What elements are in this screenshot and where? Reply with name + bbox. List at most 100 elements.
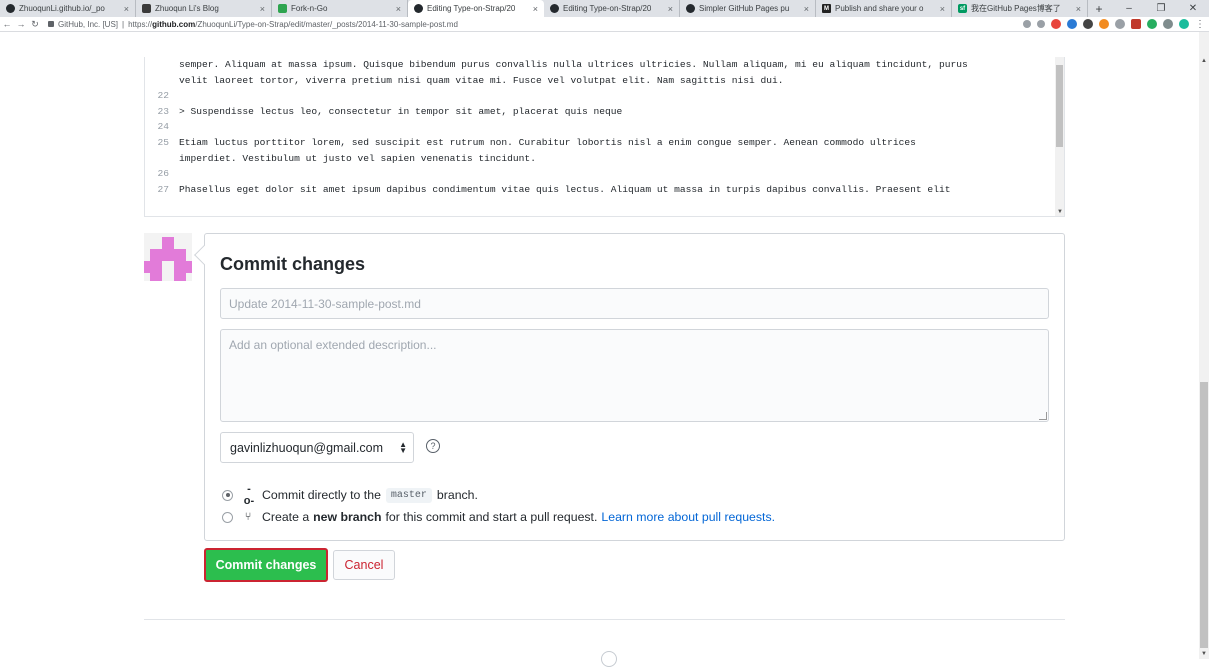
line-number: 23 bbox=[157, 105, 169, 117]
line-text[interactable] bbox=[179, 119, 1064, 135]
commit-changes-button[interactable]: Commit changes bbox=[204, 548, 328, 582]
line-text[interactable] bbox=[179, 166, 1064, 182]
close-tab-icon[interactable]: × bbox=[124, 4, 129, 14]
code-line: 22 bbox=[145, 88, 1064, 104]
zoom-icon[interactable] bbox=[1023, 20, 1031, 28]
file-editor[interactable]: semper. Aliquam at massa ipsum. Quisque … bbox=[144, 57, 1065, 217]
new-branch-radio[interactable] bbox=[222, 511, 233, 523]
select-arrows-icon: ▲ ▼ bbox=[399, 439, 407, 455]
line-text[interactable]: Etiam luctus porttitor lorem, sed suscip… bbox=[179, 135, 1064, 151]
extension-icon[interactable] bbox=[1067, 19, 1077, 29]
line-text[interactable]: > Suspendisse lectus leo, consectetur in… bbox=[179, 104, 1064, 120]
tab-title: Fork-n-Go bbox=[291, 4, 328, 13]
github-icon bbox=[6, 4, 15, 13]
back-icon[interactable]: ← bbox=[0, 19, 14, 29]
close-tab-icon[interactable]: × bbox=[260, 4, 265, 14]
medium-icon: M bbox=[822, 4, 831, 13]
line-text[interactable] bbox=[179, 88, 1064, 104]
browser-tab[interactable]: ZhuoqunLi.github.io/_po × bbox=[0, 0, 136, 17]
line-number bbox=[145, 151, 179, 167]
line-text[interactable]: imperdiet. Vestibulum ut justo vel sapie… bbox=[179, 151, 1064, 167]
commit-heading: Commit changes bbox=[220, 254, 366, 274]
tab-title: ZhuoqunLi.github.io/_po bbox=[19, 4, 105, 13]
close-tab-icon[interactable]: × bbox=[533, 4, 538, 14]
code-line: 24 bbox=[145, 119, 1064, 135]
extension-icon[interactable] bbox=[1163, 19, 1173, 29]
browser-tab[interactable]: M Publish and share your o × bbox=[816, 0, 952, 17]
tab-title: 我在GitHub Pages博客了 bbox=[971, 4, 1061, 13]
commit-summary-input[interactable] bbox=[220, 288, 1049, 319]
opera-extension-icon[interactable] bbox=[1051, 19, 1061, 29]
line-text[interactable]: Phasellus eget dolor sit amet ipsum dapi… bbox=[179, 182, 1064, 198]
help-icon[interactable]: ? bbox=[426, 439, 440, 453]
menu-icon[interactable]: ⋮ bbox=[1195, 19, 1205, 30]
extension-icon[interactable] bbox=[1147, 19, 1157, 29]
branch-name: master bbox=[385, 487, 432, 503]
editor-scrollbar-thumb[interactable] bbox=[1056, 65, 1063, 147]
new-branch-option[interactable]: ⑂ Create a new branch for this commit an… bbox=[222, 510, 775, 524]
restore-icon[interactable]: ❐ bbox=[1145, 0, 1177, 17]
commit-description-input[interactable] bbox=[220, 329, 1049, 422]
profile-avatar-icon[interactable] bbox=[1179, 19, 1189, 29]
option-text: for this commit and start a pull request… bbox=[385, 510, 598, 524]
close-tab-icon[interactable]: × bbox=[396, 4, 401, 14]
page-scrollbar-thumb[interactable] bbox=[1200, 382, 1208, 648]
close-window-icon[interactable]: ✕ bbox=[1177, 0, 1209, 17]
url-field[interactable]: GitHub, Inc. [US] | https://github.com/Z… bbox=[48, 20, 1023, 29]
commit-direct-option[interactable]: -o- Commit directly to the master branch… bbox=[222, 483, 478, 507]
browser-tab-active[interactable]: Editing Type-on-Strap/20 × bbox=[408, 0, 544, 17]
line-number: 22 bbox=[157, 90, 169, 102]
extension-icon[interactable] bbox=[1115, 19, 1125, 29]
line-number: 25 bbox=[157, 136, 169, 148]
browser-tab[interactable]: Zhuoqun Li's Blog × bbox=[136, 0, 272, 17]
new-tab-button[interactable]: + bbox=[1088, 0, 1110, 17]
avatar-pixel bbox=[174, 273, 186, 281]
browser-tab[interactable]: Simpler GitHub Pages pu × bbox=[680, 0, 816, 17]
line-text[interactable]: velit laoreet tortor, viverra pretium ni… bbox=[179, 73, 1064, 89]
tab-title: Editing Type-on-Strap/20 bbox=[427, 4, 516, 13]
browser-tab[interactable]: Editing Type-on-Strap/20 × bbox=[544, 0, 680, 17]
scroll-up-icon[interactable]: ▲ bbox=[1201, 58, 1207, 64]
reload-icon[interactable]: ↻ bbox=[28, 19, 42, 30]
sf-icon: sf bbox=[958, 4, 967, 13]
browser-tab[interactable]: sf 我在GitHub Pages博客了 × bbox=[952, 0, 1088, 17]
textarea-resize-handle[interactable] bbox=[1039, 412, 1047, 420]
cancel-button[interactable]: Cancel bbox=[333, 550, 395, 580]
browser-tab[interactable]: Fork-n-Go × bbox=[272, 0, 408, 17]
code-line: semper. Aliquam at massa ipsum. Quisque … bbox=[145, 57, 1064, 73]
line-number: 26 bbox=[157, 168, 169, 180]
avatar-pixel bbox=[162, 237, 174, 249]
extension-icon[interactable] bbox=[1131, 19, 1141, 29]
scroll-down-icon[interactable]: ▼ bbox=[1201, 651, 1207, 657]
browser-tab-strip: ZhuoqunLi.github.io/_po × Zhuoqun Li's B… bbox=[0, 0, 1209, 17]
editor-scrollbar[interactable]: ▼ bbox=[1055, 57, 1064, 216]
avatar-pixel bbox=[150, 273, 162, 281]
forward-icon[interactable]: → bbox=[14, 19, 28, 29]
code-line: 27 Phasellus eget dolor sit amet ipsum d… bbox=[145, 182, 1064, 198]
close-tab-icon[interactable]: × bbox=[1076, 4, 1081, 14]
close-tab-icon[interactable]: × bbox=[940, 4, 945, 14]
window-controls: – ❐ ✕ bbox=[1113, 0, 1209, 17]
tab-title: Publish and share your o bbox=[835, 4, 924, 13]
page-scrollbar[interactable]: ▲ ▼ bbox=[1199, 32, 1209, 659]
scroll-down-icon[interactable]: ▼ bbox=[1057, 209, 1063, 215]
commit-email-select[interactable]: gavinlizhuoqun@gmail.com ▲ ▼ bbox=[220, 432, 414, 463]
line-text[interactable]: semper. Aliquam at massa ipsum. Quisque … bbox=[179, 57, 1064, 73]
close-tab-icon[interactable]: × bbox=[804, 4, 809, 14]
avatar[interactable] bbox=[144, 233, 192, 281]
github-logo-icon[interactable] bbox=[601, 651, 617, 667]
minimize-icon[interactable]: – bbox=[1113, 0, 1145, 17]
line-number: 24 bbox=[157, 121, 169, 133]
commit-direct-radio[interactable] bbox=[222, 489, 233, 501]
avatar-pixel bbox=[150, 249, 186, 261]
extension-icon[interactable] bbox=[1099, 19, 1109, 29]
extension-icon[interactable] bbox=[1083, 19, 1093, 29]
star-icon[interactable] bbox=[1037, 20, 1045, 28]
pull-request-icon: ⑂ bbox=[244, 511, 252, 523]
url-org: GitHub, Inc. [US] bbox=[58, 19, 119, 29]
tab-title: Editing Type-on-Strap/20 bbox=[563, 4, 652, 13]
url-scheme: https:// bbox=[128, 19, 153, 29]
url-path: /ZhuoqunLi/Type-on-Strap/edit/master/_po… bbox=[195, 19, 458, 29]
close-tab-icon[interactable]: × bbox=[668, 4, 673, 14]
learn-more-link[interactable]: Learn more about pull requests. bbox=[601, 510, 775, 524]
